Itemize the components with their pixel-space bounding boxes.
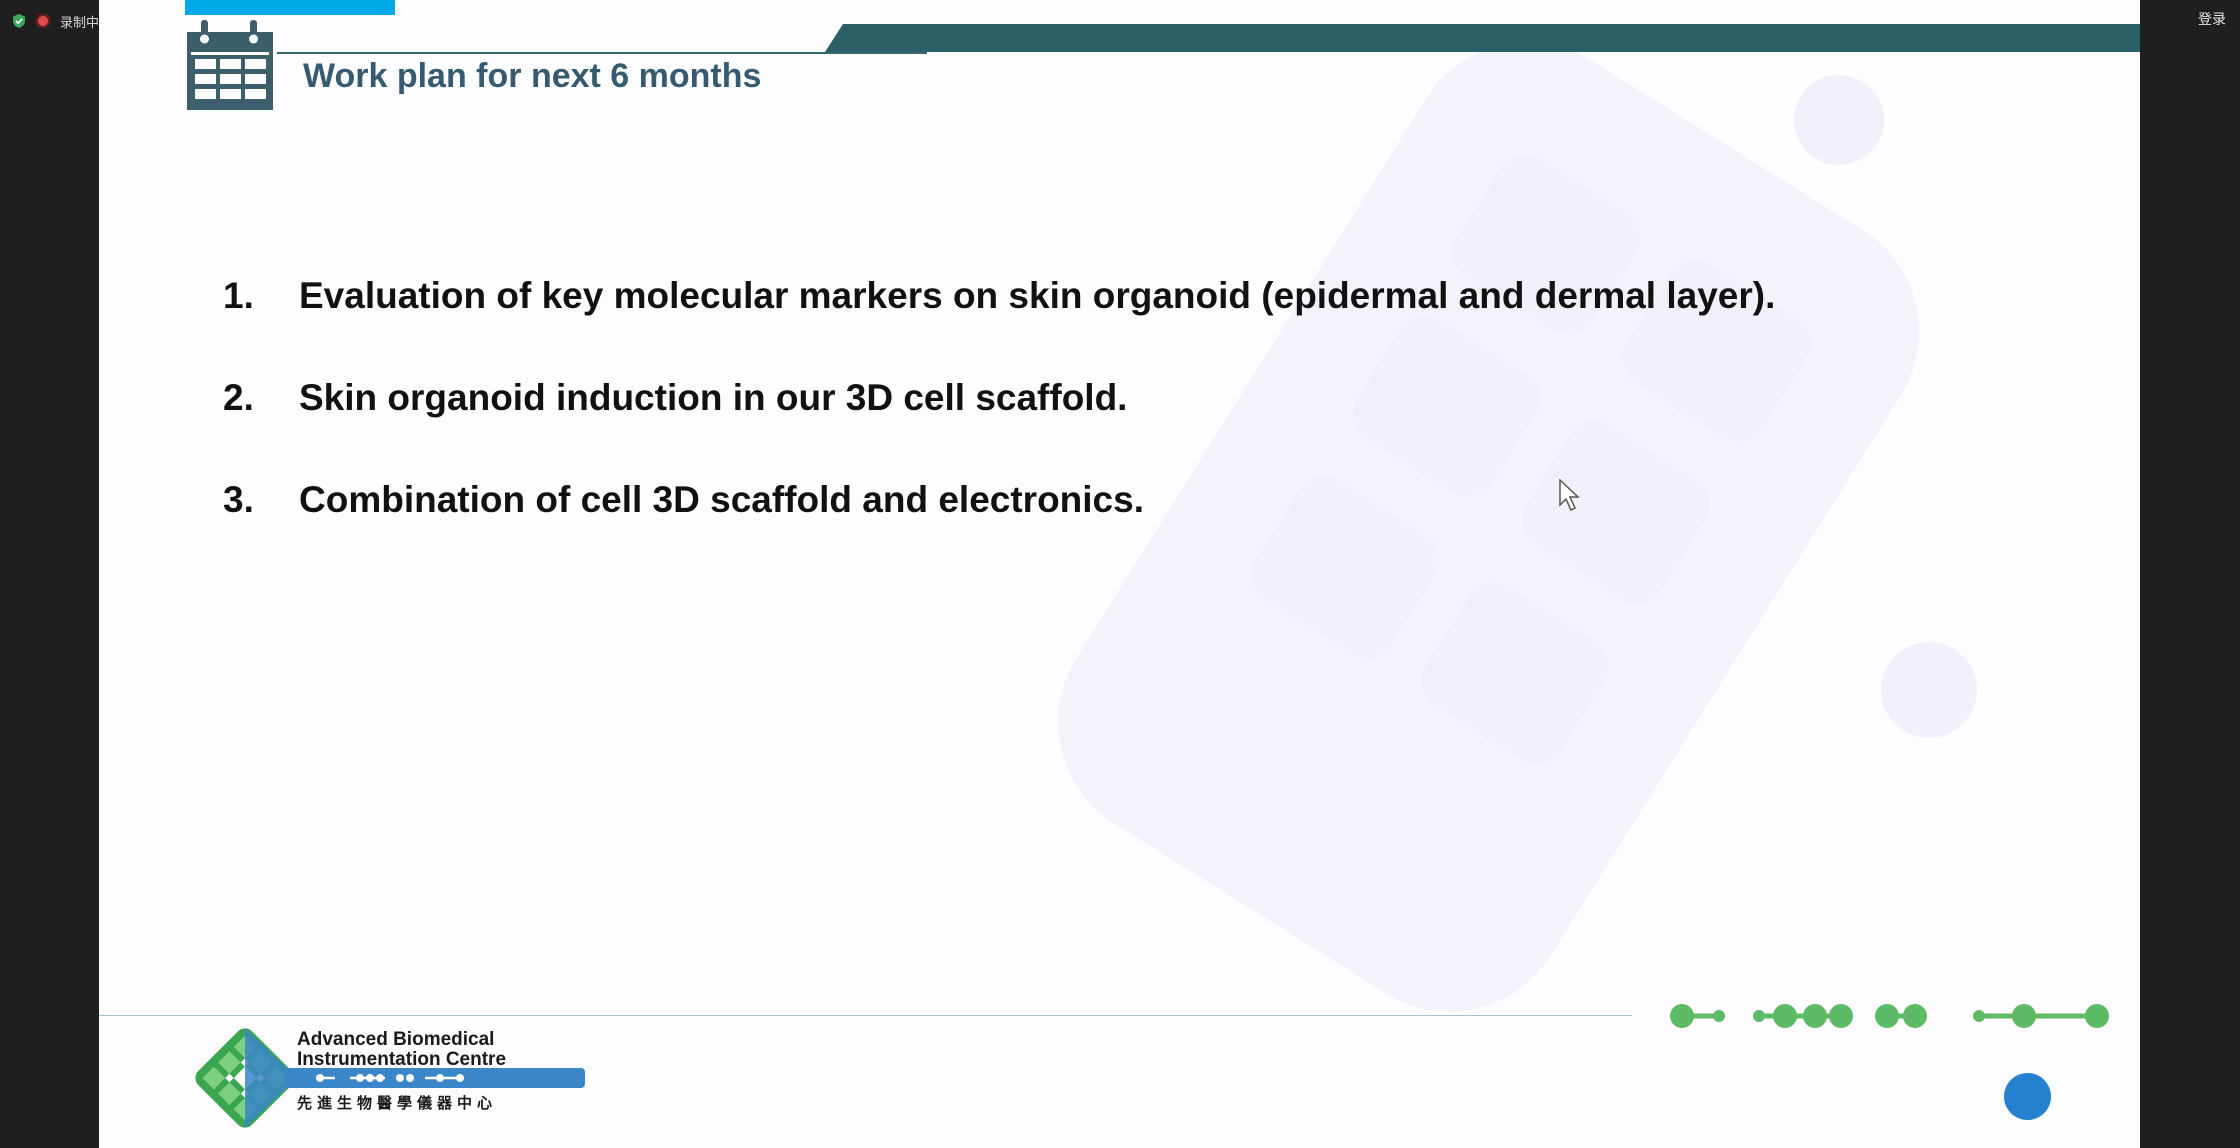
recording-label: 录制中 — [60, 15, 100, 31]
header-divider — [277, 52, 927, 54]
list-item: 1. Evaluation of key molecular markers o… — [223, 275, 1775, 377]
logo-chinese-name: 先進生物醫學儀器中心 — [297, 1094, 498, 1112]
record-icon — [36, 14, 50, 28]
list-item-text: Skin organoid induction in our 3D cell s… — [299, 377, 1128, 418]
list-item: 2. Skin organoid induction in our 3D cel… — [223, 377, 1775, 479]
mouse-pointer-icon — [1559, 479, 1580, 512]
floating-action-button[interactable] — [2004, 1073, 2051, 1120]
list-item-number: 1. — [223, 275, 254, 316]
slide-title: Work plan for next 6 months — [303, 57, 762, 95]
list-item-number: 2. — [223, 377, 254, 418]
recording-indicator[interactable]: 录制中 — [12, 10, 99, 32]
shield-check-icon — [13, 14, 25, 28]
logo-text-line2: Instrumentation Centre — [297, 1049, 507, 1070]
list-item-text: Combination of cell 3D scaffold and elec… — [299, 479, 1144, 520]
header-accent-tab — [185, 0, 395, 15]
presentation-slide: Work plan for next 6 months 1. Evaluatio… — [99, 0, 2140, 1148]
work-plan-list: 1. Evaluation of key molecular markers o… — [223, 275, 1775, 581]
calendar-icon — [187, 20, 273, 110]
login-button[interactable]: 登录 — [2198, 9, 2226, 29]
list-item: 3. Combination of cell 3D scaffold and e… — [223, 479, 1775, 581]
list-item-number: 3. — [223, 479, 254, 520]
decorative-dots — [1670, 1004, 2109, 1028]
footer-divider — [99, 1015, 1632, 1016]
list-item-text: Evaluation of key molecular markers on s… — [299, 275, 1776, 316]
logo-text-line1: Advanced Biomedical — [297, 1029, 495, 1050]
header-band — [825, 24, 2140, 52]
